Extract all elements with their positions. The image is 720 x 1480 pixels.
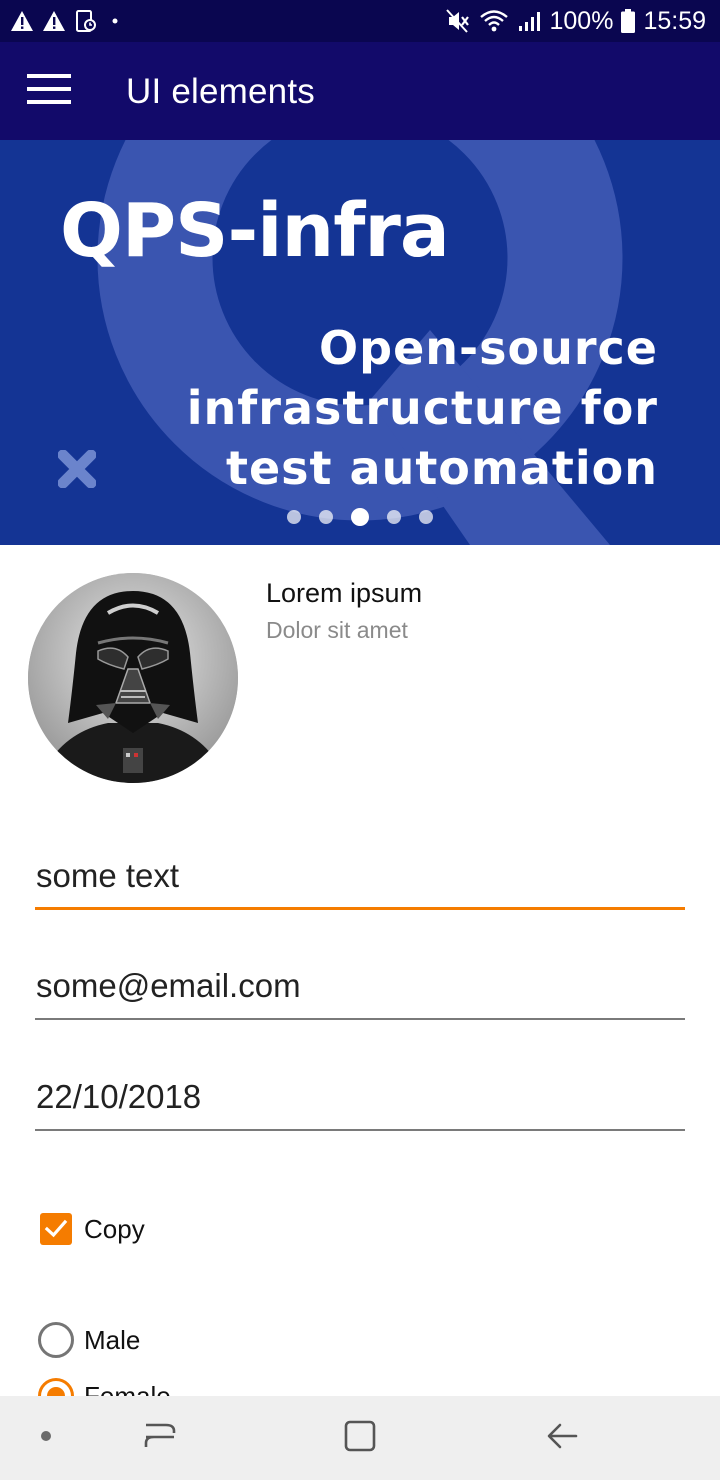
profile-subtitle: Dolor sit amet: [266, 617, 408, 643]
recents-icon: [144, 1421, 176, 1456]
mute-icon: [445, 8, 471, 34]
status-right-icons: 100% 15:59: [445, 0, 706, 42]
carousel-dot[interactable]: [319, 510, 333, 524]
banner-carousel[interactable]: QPS-infra Open-source infrastructure for…: [0, 140, 720, 545]
banner-title: QPS-infra: [60, 188, 450, 274]
hamburger-icon: [27, 73, 71, 109]
profile-name: Lorem ipsum: [266, 578, 423, 608]
status-left-icons: [10, 0, 118, 42]
avatar: [28, 573, 238, 783]
wifi-icon: [479, 8, 509, 34]
email-field: [35, 960, 685, 1020]
copy-checkbox-label: Copy: [84, 1213, 145, 1244]
text-input-underline: [35, 907, 685, 910]
text-field: [35, 850, 685, 910]
screenshot-icon: [74, 9, 98, 33]
warning-icon: [10, 10, 34, 32]
copy-checkbox[interactable]: Copy: [40, 1212, 145, 1246]
dot-icon: [112, 18, 118, 24]
banner-subtitle-line: test automation: [225, 441, 658, 495]
carousel-dot[interactable]: [387, 510, 401, 524]
app-title: UI elements: [126, 72, 315, 111]
text-input[interactable]: [35, 850, 685, 906]
app-bar: UI elements: [0, 42, 720, 140]
battery-icon: [621, 9, 636, 33]
home-icon: [344, 1420, 376, 1457]
battery-percentage: 100%: [549, 6, 614, 35]
carousel-dot[interactable]: [419, 510, 433, 524]
banner-subtitle: Open-source infrastructure for test auto…: [98, 318, 658, 498]
date-input-underline: [35, 1129, 685, 1131]
banner-subtitle-line: infrastructure for: [186, 381, 658, 435]
recents-button[interactable]: [130, 1412, 190, 1464]
system-nav-bar: [0, 1396, 720, 1480]
email-input-underline: [35, 1018, 685, 1020]
date-field: [35, 1071, 685, 1131]
status-bar: 100% 15:59: [0, 0, 720, 42]
menu-button[interactable]: [20, 66, 78, 116]
carousel-indicator: [0, 507, 720, 527]
date-input[interactable]: [35, 1071, 685, 1127]
back-button[interactable]: [532, 1412, 592, 1464]
carousel-dot-active[interactable]: [351, 508, 369, 526]
email-input[interactable]: [35, 960, 685, 1016]
carousel-dot[interactable]: [287, 510, 301, 524]
warning-icon: [42, 10, 66, 32]
radio-unchecked-icon: [38, 1322, 74, 1358]
home-button[interactable]: [330, 1412, 390, 1464]
signal-icon: [517, 9, 541, 33]
dot-icon: [40, 1429, 52, 1447]
x-mark-icon: [57, 449, 97, 489]
banner-subtitle-line: Open-source: [319, 321, 658, 375]
clock: 15:59: [643, 6, 706, 35]
checkbox-checked-icon: [40, 1213, 72, 1245]
radio-male-label: Male: [84, 1324, 141, 1355]
radio-male[interactable]: Male: [38, 1322, 140, 1358]
nav-dot-button[interactable]: [16, 1412, 76, 1464]
back-icon: [546, 1421, 578, 1456]
